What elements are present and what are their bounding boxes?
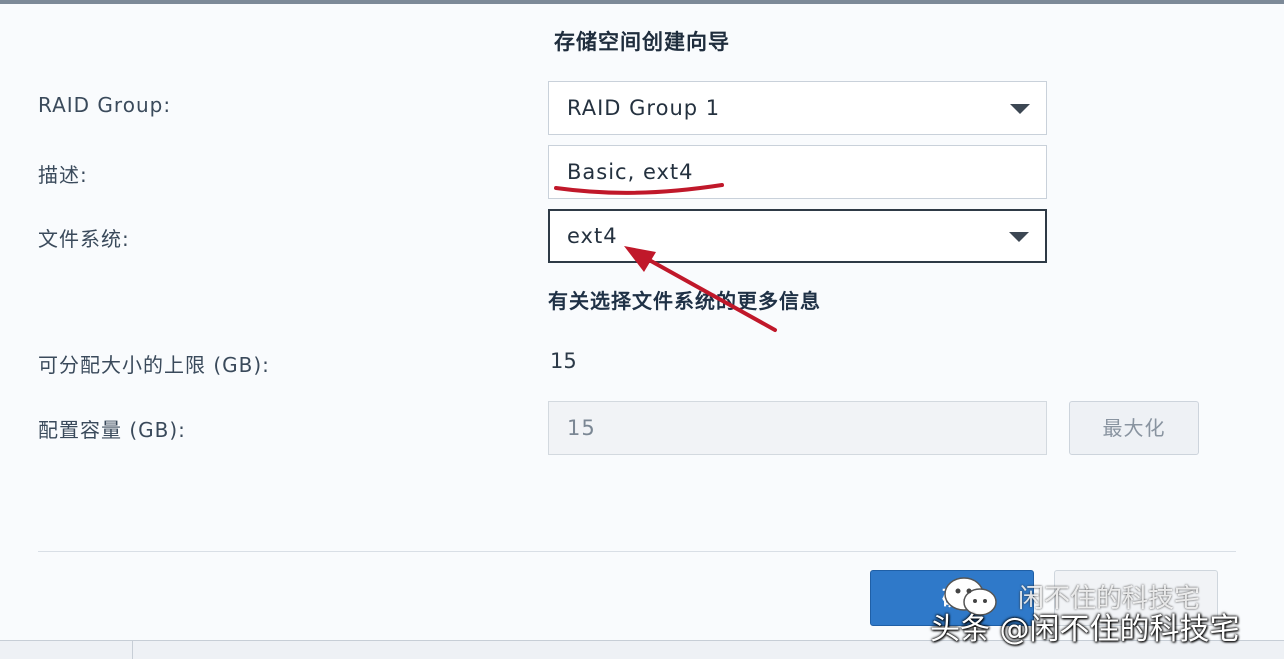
raid-group-value: RAID Group 1 [567, 96, 721, 120]
description-value: Basic, ext4 [567, 160, 694, 184]
watermark-text: 头条 @闲不住的科技宅 [930, 612, 1240, 647]
taskbar-separator [132, 641, 133, 659]
chevron-down-icon [1009, 232, 1029, 242]
filesystem-value: ext4 [567, 224, 618, 248]
footer-divider [38, 551, 1236, 552]
raid-group-label: RAID Group: [38, 93, 172, 117]
capacity-value: 15 [567, 416, 596, 440]
filesystem-select[interactable]: ext4 [548, 209, 1047, 263]
capacity-label: 配置容量 (GB): [38, 418, 186, 442]
description-input[interactable]: Basic, ext4 [548, 145, 1047, 199]
filesystem-label: 文件系统: [38, 227, 130, 251]
raid-group-select[interactable]: RAID Group 1 [548, 81, 1047, 135]
dialog-title: 存储空间创建向导 [554, 30, 730, 54]
capacity-input[interactable]: 15 [548, 401, 1047, 455]
dialog-window: 存储空间创建向导 RAID Group: RAID Group 1 描述: Ba… [0, 0, 1284, 640]
filesystem-info-link[interactable]: 有关选择文件系统的更多信息 [548, 285, 821, 314]
chevron-down-icon [1010, 104, 1030, 114]
max-size-label: 可分配大小的上限 (GB): [38, 353, 270, 377]
description-label: 描述: [38, 163, 88, 187]
max-size-value: 15 [550, 349, 577, 373]
maximize-button[interactable]: 最大化 [1069, 401, 1199, 455]
